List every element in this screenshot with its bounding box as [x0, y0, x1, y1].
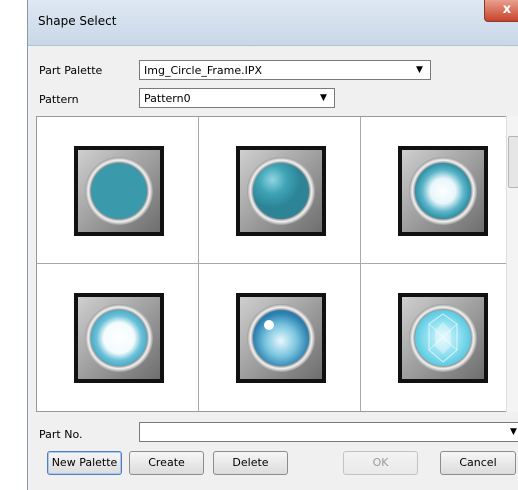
- dialog-body: Part Palette Img_Circle_Frame.IPX ▼ Patt…: [28, 46, 518, 490]
- shape-cell[interactable]: [199, 117, 361, 264]
- ok-button[interactable]: OK: [343, 451, 418, 475]
- pattern-value: Pattern0: [144, 92, 191, 105]
- close-icon: x: [502, 2, 512, 17]
- chevron-down-icon: ▼: [320, 93, 327, 103]
- chevron-down-icon: ▼: [510, 427, 517, 437]
- chevron-down-icon: ▼: [416, 65, 423, 75]
- white-glow-lamp-icon: [398, 146, 488, 236]
- scrollbar-thumb[interactable]: [508, 136, 518, 188]
- crystal-cyan-lamp-icon: [398, 293, 488, 383]
- grid-scrollbar[interactable]: [506, 116, 518, 412]
- shape-select-dialog: Shape Select x Part Palette Img_Circle_F…: [27, 0, 518, 490]
- new-palette-button[interactable]: New Palette: [47, 451, 122, 475]
- pattern-label: Pattern: [39, 93, 79, 106]
- part-palette-label: Part Palette: [39, 64, 103, 77]
- glossy-blue-lamp-icon: [236, 293, 326, 383]
- pattern-dropdown[interactable]: Pattern0 ▼: [139, 88, 335, 108]
- part-palette-dropdown[interactable]: Img_Circle_Frame.IPX ▼: [139, 60, 431, 80]
- shape-cell[interactable]: [37, 264, 199, 411]
- close-button[interactable]: x: [484, 0, 518, 22]
- shape-cell[interactable]: [361, 117, 518, 264]
- teal-highlight-lamp-icon: [236, 146, 326, 236]
- window-title: Shape Select: [38, 14, 117, 28]
- delete-button[interactable]: Delete: [213, 451, 288, 475]
- part-no-dropdown[interactable]: ▼: [139, 422, 518, 442]
- cancel-button[interactable]: Cancel: [440, 451, 516, 475]
- shape-grid: [36, 116, 518, 412]
- part-no-label: Part No.: [39, 428, 83, 441]
- shape-cell[interactable]: [37, 117, 199, 264]
- part-palette-value: Img_Circle_Frame.IPX: [144, 64, 263, 77]
- shape-cell[interactable]: [199, 264, 361, 411]
- shape-cell[interactable]: [361, 264, 518, 411]
- create-button[interactable]: Create: [129, 451, 204, 475]
- white-center-lamp-icon: [74, 293, 164, 383]
- title-bar[interactable]: Shape Select x: [28, 0, 518, 46]
- teal-lamp-icon: [74, 146, 164, 236]
